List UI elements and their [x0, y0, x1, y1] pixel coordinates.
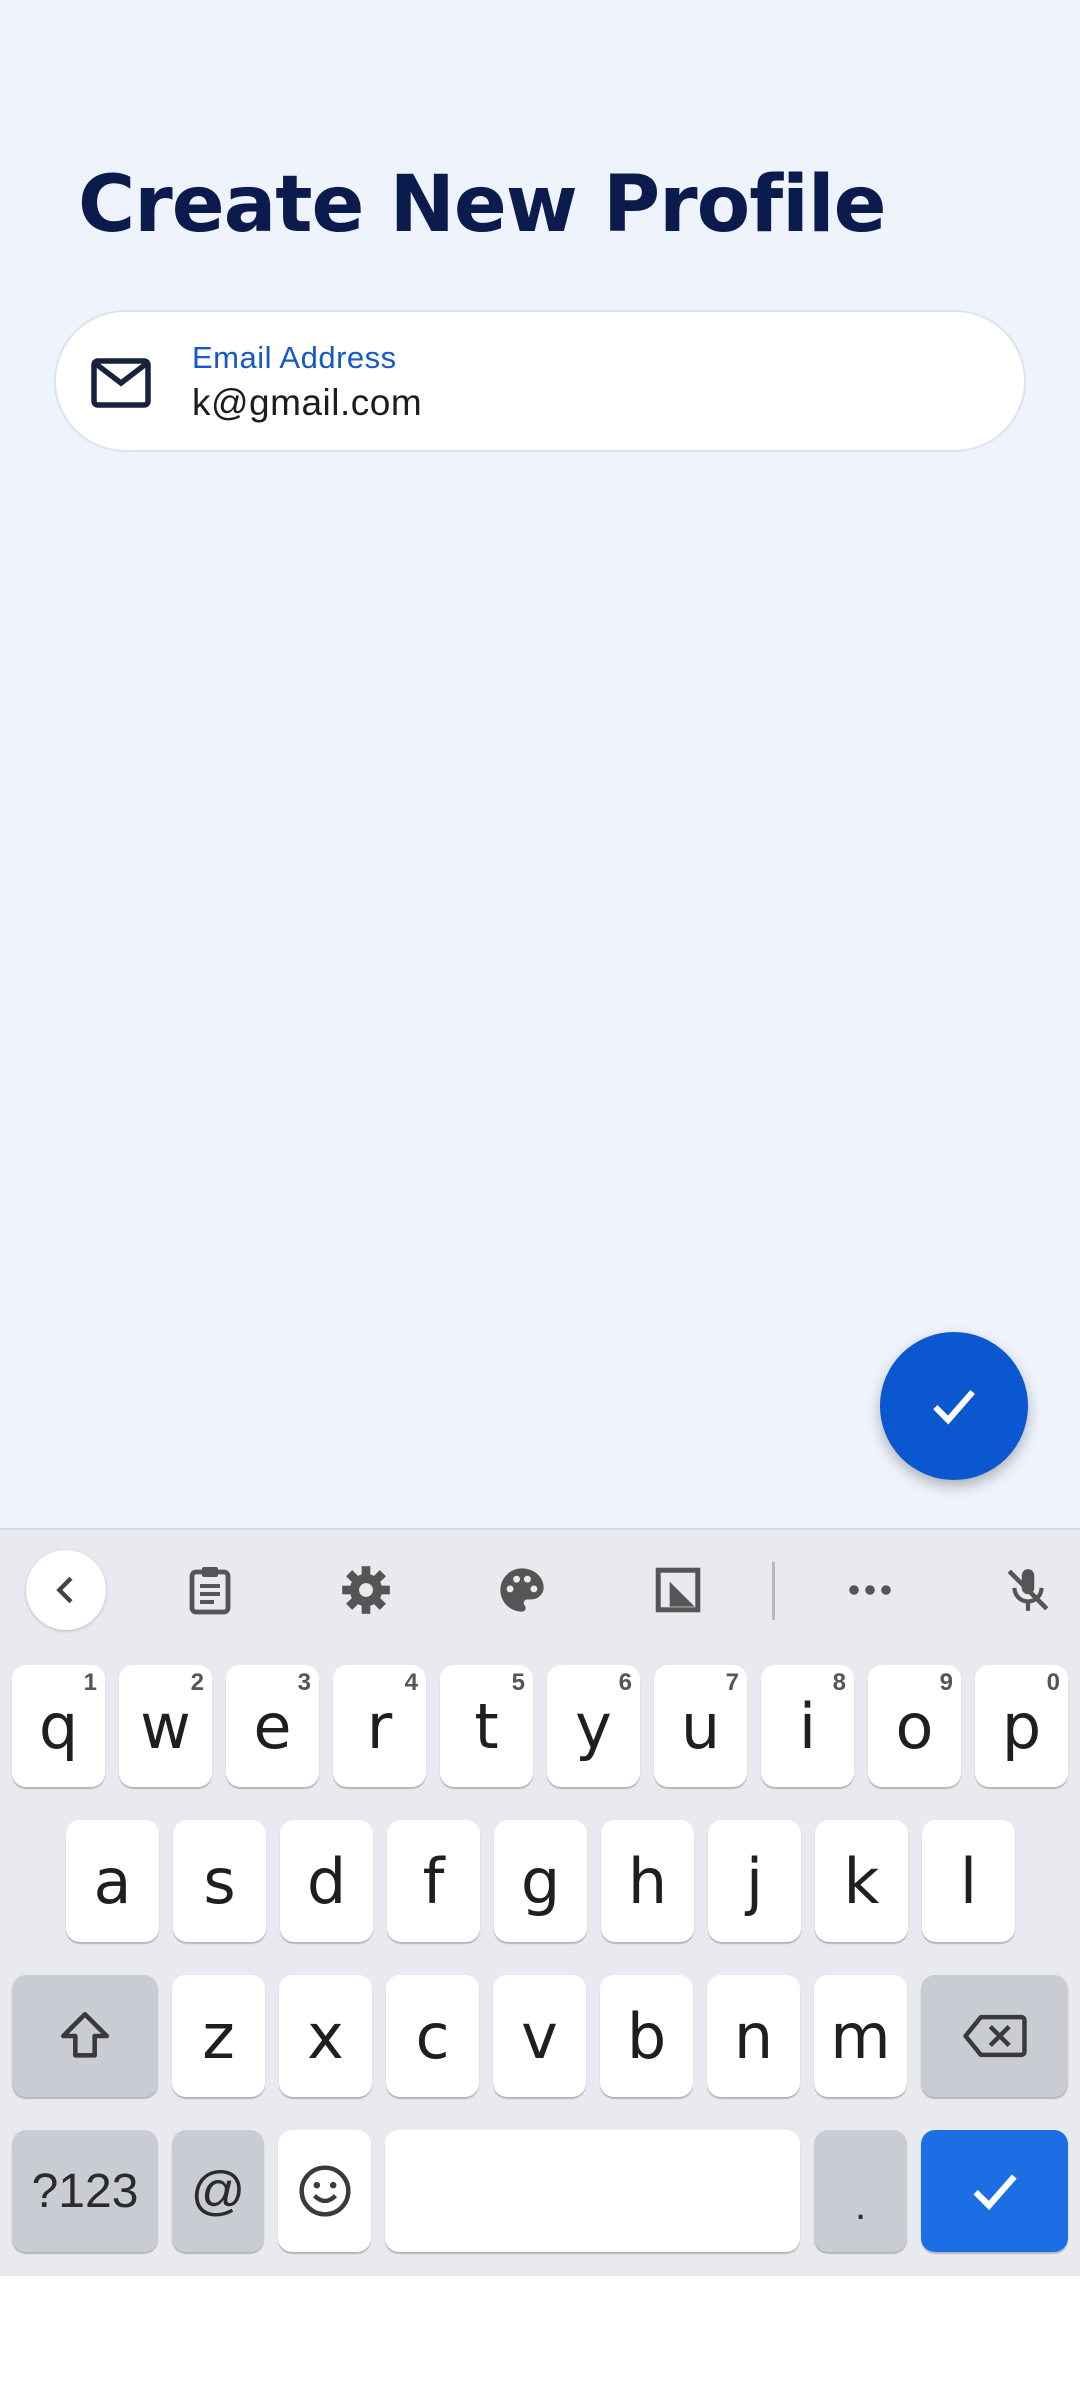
- page-title: Create New Profile: [78, 160, 887, 250]
- key-d[interactable]: d: [280, 1820, 373, 1942]
- key-a[interactable]: a: [66, 1820, 159, 1942]
- back-icon: [56, 1576, 73, 1604]
- keyboard-separator: [772, 1562, 775, 1620]
- settings-icon: [342, 1566, 390, 1614]
- key-b[interactable]: b: [600, 1975, 693, 2097]
- key-v[interactable]: v: [493, 1975, 586, 2097]
- more-options-button[interactable]: [830, 1550, 910, 1630]
- key-h[interactable]: h: [601, 1820, 694, 1942]
- shift-icon: [60, 2011, 110, 2058]
- more-icon: [849, 1585, 891, 1595]
- emoji-icon: [298, 2165, 351, 2217]
- enter-key[interactable]: [921, 2130, 1068, 2252]
- keyboard-back-button[interactable]: [26, 1550, 106, 1630]
- key-l[interactable]: l: [922, 1820, 1015, 1942]
- key-n[interactable]: n: [707, 1975, 800, 2097]
- resize-icon: [655, 1567, 701, 1613]
- backspace-icon: [962, 2014, 1027, 2058]
- key-y[interactable]: y6: [547, 1665, 640, 1787]
- key-t[interactable]: t5: [440, 1665, 533, 1787]
- key-w[interactable]: w2: [119, 1665, 212, 1787]
- at-key[interactable]: @: [172, 2130, 264, 2252]
- key-k[interactable]: k: [815, 1820, 908, 1942]
- resize-button[interactable]: [638, 1550, 718, 1630]
- key-c[interactable]: c: [386, 1975, 479, 2097]
- key-f[interactable]: f: [387, 1820, 480, 1942]
- clipboard-icon: [189, 1567, 231, 1615]
- key-j[interactable]: j: [708, 1820, 801, 1942]
- key-p[interactable]: p0: [975, 1665, 1068, 1787]
- key-s[interactable]: s: [173, 1820, 266, 1942]
- voice-input-button[interactable]: [988, 1550, 1068, 1630]
- confirm-fab-button[interactable]: [880, 1332, 1028, 1480]
- key-g[interactable]: g: [494, 1820, 587, 1942]
- period-key[interactable]: .: [814, 2130, 907, 2252]
- email-field-value[interactable]: k@gmail.com: [192, 382, 422, 424]
- key-o[interactable]: o9: [868, 1665, 961, 1787]
- mail-icon: [91, 358, 151, 408]
- backspace-key[interactable]: [921, 1975, 1068, 2097]
- clipboard-button[interactable]: [170, 1550, 250, 1630]
- mic-off-icon: [1007, 1569, 1049, 1611]
- symbols-key[interactable]: ?123: [12, 2130, 158, 2252]
- key-i[interactable]: i8: [761, 1665, 854, 1787]
- email-field-label: Email Address: [192, 340, 397, 375]
- shift-key[interactable]: [12, 1975, 158, 2097]
- keyboard: q1 w2 e3 r4 t5 y6 u7 i8 o9 p0 a s d f g …: [0, 1528, 1080, 2276]
- email-field[interactable]: Email Address k@gmail.com: [54, 310, 1026, 452]
- palette-icon: [500, 1568, 544, 1612]
- key-r[interactable]: r4: [333, 1665, 426, 1787]
- key-q[interactable]: q1: [12, 1665, 105, 1787]
- key-z[interactable]: z: [172, 1975, 265, 2097]
- key-x[interactable]: x: [279, 1975, 372, 2097]
- key-m[interactable]: m: [814, 1975, 907, 2097]
- check-icon: [972, 2174, 1017, 2211]
- key-e[interactable]: e3: [226, 1665, 319, 1787]
- emoji-key[interactable]: [278, 2130, 371, 2252]
- key-u[interactable]: u7: [654, 1665, 747, 1787]
- settings-button[interactable]: [326, 1550, 406, 1630]
- navigation-bar: [0, 2276, 1080, 2400]
- check-icon: [933, 1390, 975, 1425]
- space-key[interactable]: [385, 2130, 800, 2252]
- theme-button[interactable]: [482, 1550, 562, 1630]
